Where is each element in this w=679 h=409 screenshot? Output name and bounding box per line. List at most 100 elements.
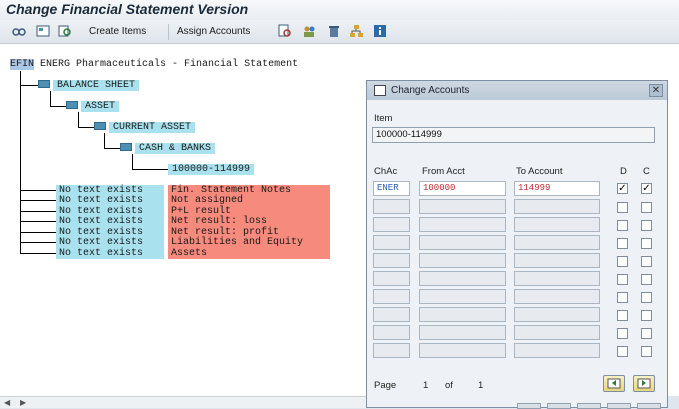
tree-line	[132, 169, 168, 170]
glasses-icon[interactable]	[12, 24, 26, 38]
no-text-label[interactable]: No text exists	[56, 195, 164, 206]
info-icon[interactable]	[373, 24, 387, 38]
find-icon[interactable]	[278, 24, 292, 38]
search-icon[interactable]	[58, 24, 72, 38]
no-text-label[interactable]: No text exists	[56, 216, 164, 227]
to-account-cell[interactable]	[514, 235, 600, 250]
to-account-cell[interactable]	[514, 217, 600, 232]
d-checkbox[interactable]	[617, 346, 628, 357]
tree-node-account-range[interactable]: 100000-114999	[168, 164, 255, 175]
chac-cell[interactable]	[373, 289, 410, 304]
chac-cell[interactable]	[373, 343, 410, 358]
tree-line	[20, 221, 56, 222]
node-description[interactable]: Net result: loss	[168, 216, 330, 227]
c-checkbox[interactable]	[641, 292, 652, 303]
c-checkbox[interactable]	[641, 346, 652, 357]
footer-button[interactable]	[547, 403, 571, 409]
d-checkbox[interactable]	[617, 202, 628, 213]
from-acct-cell[interactable]	[419, 271, 506, 286]
d-checkbox[interactable]	[617, 310, 628, 321]
from-acct-cell[interactable]	[419, 235, 506, 250]
chac-cell[interactable]	[373, 253, 410, 268]
node-description[interactable]: Not assigned	[168, 195, 330, 206]
to-account-cell[interactable]	[514, 199, 600, 214]
from-acct-cell[interactable]	[419, 325, 506, 340]
chac-cell[interactable]	[373, 217, 410, 232]
no-text-label[interactable]: No text exists	[56, 237, 164, 248]
chac-cell[interactable]	[373, 235, 410, 250]
assign-accounts-button[interactable]: Assign Accounts	[177, 26, 250, 37]
tree-root[interactable]: EFIN ENERG Pharmaceuticals - Financial S…	[10, 59, 298, 70]
c-checkbox[interactable]: ✓	[641, 183, 652, 194]
chac-cell[interactable]	[373, 199, 410, 214]
c-checkbox[interactable]	[641, 220, 652, 231]
item-field[interactable]: 100000-114999	[372, 127, 655, 143]
layout-icon[interactable]	[36, 24, 50, 38]
footer-button[interactable]	[607, 403, 631, 409]
from-acct-cell[interactable]	[419, 289, 506, 304]
application-toolbar: Create Items Assign Accounts	[0, 20, 679, 44]
scroll-right-icon[interactable]: ▶	[20, 398, 26, 407]
previous-page-button[interactable]	[603, 375, 625, 392]
tree-node-balance-sheet[interactable]: BALANCE SHEET	[38, 80, 140, 91]
dialog-close-button[interactable]: ✕	[649, 84, 663, 97]
tree-node-asset[interactable]: ASSET	[66, 101, 120, 112]
to-account-cell[interactable]: 114999	[514, 181, 600, 196]
chac-cell[interactable]	[373, 307, 410, 322]
no-text-label[interactable]: No text exists	[56, 248, 164, 259]
node-description[interactable]: Assets	[168, 248, 330, 259]
page-total: 1	[478, 380, 484, 391]
hierarchy-icon[interactable]	[349, 24, 363, 38]
column-header-from-acct: From Acct	[422, 166, 465, 177]
next-page-icon	[637, 378, 651, 389]
d-checkbox[interactable]	[617, 292, 628, 303]
to-account-cell[interactable]	[514, 307, 600, 322]
footer-button[interactable]	[577, 403, 601, 409]
to-account-cell[interactable]	[514, 271, 600, 286]
chac-cell[interactable]	[373, 325, 410, 340]
node-label: ASSET	[81, 101, 120, 112]
folder-icon	[38, 80, 50, 89]
chac-cell[interactable]	[373, 271, 410, 286]
c-checkbox[interactable]	[641, 202, 652, 213]
d-checkbox[interactable]	[617, 328, 628, 339]
delete-icon[interactable]	[327, 24, 341, 38]
to-account-cell[interactable]	[514, 289, 600, 304]
next-page-button[interactable]	[633, 375, 655, 392]
tree-node-cash-banks[interactable]: CASH & BANKS	[120, 143, 216, 154]
from-acct-cell[interactable]	[419, 343, 506, 358]
c-checkbox[interactable]	[641, 328, 652, 339]
footer-button[interactable]	[517, 403, 541, 409]
c-checkbox[interactable]	[641, 256, 652, 267]
from-acct-cell[interactable]	[419, 199, 506, 214]
from-acct-cell[interactable]	[419, 253, 506, 268]
column-header-to-account: To Account	[516, 166, 563, 177]
horizontal-scrollbar[interactable]: ◀ ▶	[0, 396, 368, 408]
node-label: CURRENT ASSET	[109, 122, 196, 133]
d-checkbox[interactable]: ✓	[617, 183, 628, 194]
chac-cell[interactable]: ENER	[373, 181, 410, 196]
tree-line	[20, 200, 56, 201]
to-account-cell[interactable]	[514, 325, 600, 340]
people-icon[interactable]	[302, 24, 316, 38]
c-checkbox[interactable]	[641, 274, 652, 285]
tree-line	[20, 190, 56, 191]
tree-line	[20, 211, 56, 212]
node-description[interactable]: Liabilities and Equity	[168, 237, 330, 248]
to-account-cell[interactable]	[514, 343, 600, 358]
d-checkbox[interactable]	[617, 274, 628, 285]
footer-button[interactable]	[637, 403, 661, 409]
d-checkbox[interactable]	[617, 238, 628, 249]
from-acct-cell[interactable]: 100000	[419, 181, 506, 196]
create-items-button[interactable]: Create Items	[89, 26, 146, 37]
c-checkbox[interactable]	[641, 310, 652, 321]
from-acct-cell[interactable]	[419, 217, 506, 232]
c-checkbox[interactable]	[641, 238, 652, 249]
from-acct-cell[interactable]	[419, 307, 506, 322]
window-title: Change Financial Statement Version	[6, 1, 249, 17]
scroll-left-icon[interactable]: ◀	[4, 398, 10, 407]
tree-node-current-asset[interactable]: CURRENT ASSET	[94, 122, 196, 133]
d-checkbox[interactable]	[617, 220, 628, 231]
d-checkbox[interactable]	[617, 256, 628, 267]
to-account-cell[interactable]	[514, 253, 600, 268]
